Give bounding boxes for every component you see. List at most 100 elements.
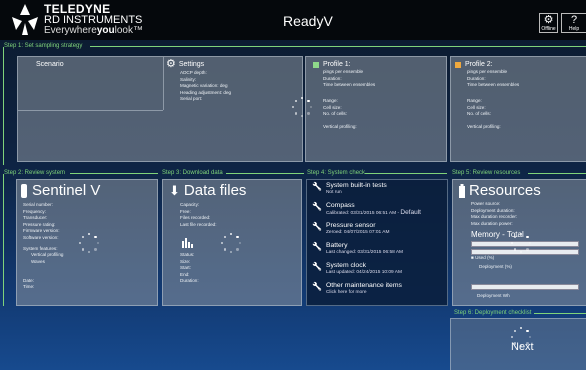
deployment-pct-label: Deployment (%)	[479, 264, 512, 269]
data-field: Files recorded:	[180, 215, 211, 221]
system-check-item[interactable]: 🔧 System built-in tests Not run	[312, 182, 387, 196]
profile2-panel[interactable]: Profile 2: pings per ensemble Duration: Ti…	[450, 56, 586, 162]
gear-icon: ⚙	[543, 14, 554, 26]
step6-label: Step 6: Deployment checklist	[454, 310, 532, 316]
profile2-field: No. of cells:	[467, 111, 491, 117]
system-check-panel: 🔧 System built-in tests Not run 🔧 Compass Cal…	[306, 179, 448, 306]
profile1-field: pings per ensemble	[323, 69, 364, 74]
step2-label: Step 2: Review system	[4, 170, 66, 176]
data-status-field: End:	[180, 271, 190, 277]
resource-field: Deployment duration:	[471, 207, 515, 213]
step1-panel[interactable]: Scenario ⚙ Settings ADCP depth: Salinity:…	[17, 56, 303, 162]
wrench-icon: 🔧	[312, 222, 322, 231]
step1-border	[3, 47, 4, 165]
check-subtitle: Calibrated: 03/31/2015 06:51 AM - Defaul…	[325, 209, 421, 216]
help-button[interactable]: ? Help	[561, 13, 586, 33]
data-files-title: Data files	[183, 182, 247, 199]
bar-chart-icon	[182, 238, 193, 248]
settings-field: Magnetic variation: deg	[180, 83, 228, 89]
check-title: System built-in tests	[325, 182, 387, 189]
settings-field: Serial port:	[180, 96, 203, 102]
system-title: Sentinel V	[32, 182, 101, 199]
loading-spinner-icon	[291, 96, 313, 118]
data-field: Capacity:	[180, 202, 200, 207]
check-subtitle: Zeroed: 04/07/2015 07:01 AM	[325, 230, 390, 235]
settings-section[interactable]: ⚙ Settings ADCP depth: Salinity: Magnetic …	[166, 59, 231, 103]
data-status-field: Start:	[180, 265, 191, 271]
wrench-icon: 🔧	[312, 282, 322, 291]
system-field: Software version:	[23, 234, 59, 240]
profile2-field: Cell size:	[467, 104, 486, 110]
system-check-item[interactable]: 🔧 Compass Calibrated: 03/31/2015 06:51 AM …	[312, 202, 421, 217]
help-icon: ?	[570, 14, 578, 26]
step6-divider	[534, 313, 586, 314]
data-field: Last file recorded:	[180, 221, 217, 227]
used-label: ■ Used (%)	[471, 255, 495, 260]
system-check-item[interactable]: 🔧 System clock Last updated: 04/24/2015 10…	[312, 262, 402, 276]
check-title: System clock	[325, 262, 367, 269]
data-status-field: Size:	[180, 258, 191, 264]
check-title: Other maintenance items	[325, 282, 402, 289]
step1-divider	[90, 46, 586, 47]
profile2-field: Time between ensembles	[467, 82, 520, 88]
system-field: Firmware version:	[23, 228, 60, 234]
profile2-vertical: Vertical profiling:	[467, 124, 501, 129]
system-check-item[interactable]: 🔧 Battery Last changed: 03/31/2015 06:58 A…	[312, 242, 403, 256]
loading-spinner-icon	[220, 232, 242, 254]
check-subtitle: Not run	[325, 190, 342, 195]
app-title: ReadyV	[283, 13, 333, 29]
wrench-icon: 🔧	[312, 262, 322, 271]
check-title: Pressure sensor	[325, 222, 376, 229]
profile1-color-swatch	[313, 61, 319, 68]
step5-label: Step 5: Review resources	[452, 170, 521, 176]
data-field: Free:	[180, 208, 191, 214]
resource-field: Max duration recorder:	[471, 214, 518, 220]
step2-divider	[70, 173, 158, 174]
profile1-field: No. of cells:	[323, 111, 347, 117]
deployment-wh-label: Deployment Wh	[477, 293, 510, 298]
profile1-field: Cell size:	[323, 104, 342, 110]
step2-border	[3, 174, 4, 306]
profile1-title: Profile 1:	[323, 61, 351, 68]
profile2-field: Range:	[467, 98, 482, 103]
settings-title: Settings	[178, 61, 205, 68]
step3-label: Step 3: Download data	[162, 170, 223, 176]
profile2-field: pings per ensemble	[467, 69, 508, 74]
loading-spinner-icon	[78, 232, 100, 254]
system-field: Pressure rating:	[23, 221, 56, 227]
resources-title: Resources	[469, 182, 541, 199]
profile2-title: Profile 2:	[465, 61, 493, 68]
logo-tagline: Everywhereyoulook™	[44, 25, 143, 36]
loading-spinner-icon	[510, 232, 532, 254]
step4-divider	[365, 173, 447, 174]
check-subtitle: Click here for more	[325, 290, 367, 295]
settings-gear-icon: ⚙	[166, 58, 176, 70]
profile1-field: Range:	[323, 98, 338, 103]
system-field: Transducer:	[23, 215, 48, 221]
scenario-label: Scenario	[36, 61, 64, 68]
resource-field: Power source:	[471, 201, 501, 206]
check-subtitle: Last changed: 03/31/2015 06:58 AM	[325, 250, 404, 255]
settings-field: Salinity:	[180, 76, 197, 82]
check-subtitle: Last updated: 04/24/2015 10:09 AM	[325, 270, 402, 275]
offline-button[interactable]: ⚙ Offline	[539, 13, 558, 33]
profile1-panel[interactable]: Profile 1: pings per ensemble Duration: Ti…	[305, 56, 447, 162]
system-check-item[interactable]: 🔧 Pressure sensor Zeroed: 04/07/2015 07:01…	[312, 222, 389, 236]
step5-divider	[528, 173, 586, 174]
step1-label: Step 1: Set sampling strategy	[4, 43, 83, 49]
instrument-icon	[21, 183, 27, 198]
check-title: Battery	[325, 242, 348, 249]
wrench-icon: 🔧	[312, 182, 322, 191]
system-field: Serial number:	[23, 202, 53, 207]
data-status-field: Duration:	[180, 278, 199, 284]
profile1-field: Duration:	[323, 75, 342, 81]
data-status-field: Status:	[180, 252, 195, 257]
step4-label: Step 4: System check	[307, 170, 366, 176]
system-check-item[interactable]: 🔧 Other maintenance items Click here for m…	[312, 282, 402, 296]
title-bar: TELEDYNE RD INSTRUMENTS Everywhereyouloo…	[0, 0, 586, 40]
profile1-field: Time between ensembles	[323, 82, 376, 88]
energy-bar	[471, 284, 579, 290]
system-feature: Vertical profiling	[31, 252, 64, 257]
profile2-color-swatch	[455, 61, 461, 68]
wrench-icon: 🔧	[312, 242, 322, 251]
